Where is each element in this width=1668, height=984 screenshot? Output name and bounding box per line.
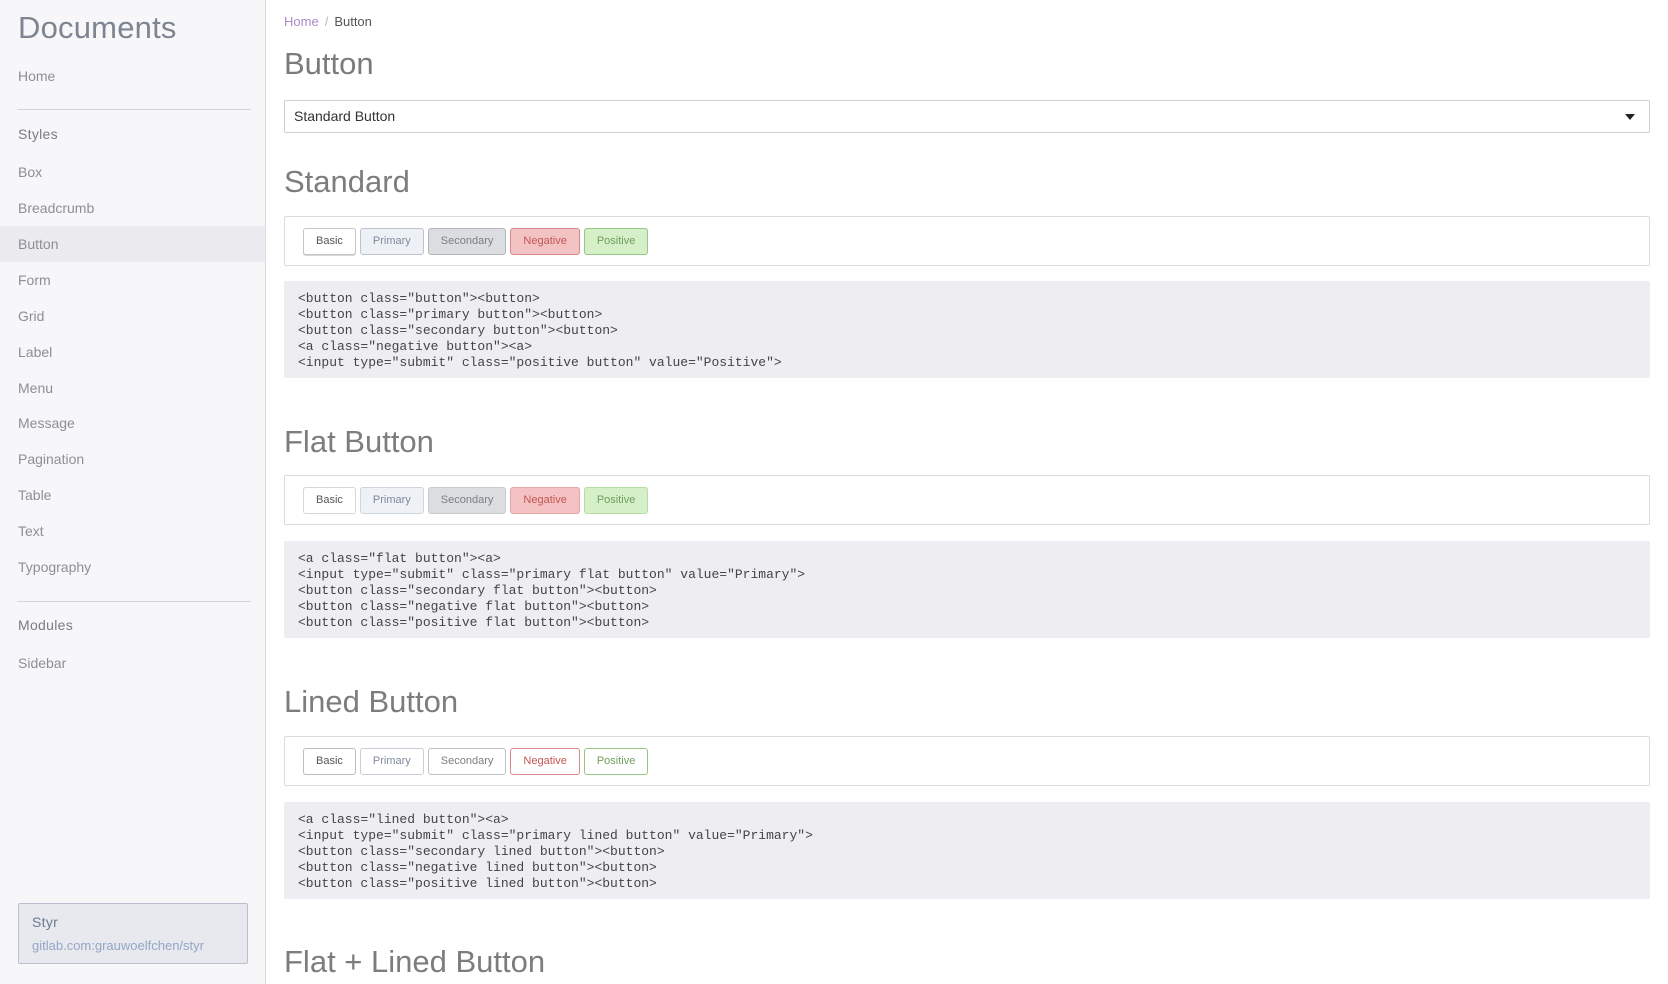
section-title-lined: Lined Button [284,684,459,719]
sidebar: Documents Home Styles Box Breadcrumb But… [0,0,266,984]
code-line: <input type="submit" class="primary line… [298,828,813,843]
demo-box-lined: Basic Primary Secondary Negative Positiv… [284,736,1650,786]
lined-secondary-button[interactable]: Secondary [427,748,507,775]
code-line: <button class="secondary lined button"><… [298,844,665,859]
sidebar-item-menu[interactable]: Menu [0,370,265,406]
sidebar-item-message[interactable]: Message [0,405,265,441]
lined-positive-button[interactable]: Positive [583,748,649,775]
code-line: <a class="lined button"><a> [298,812,509,827]
section-title-standard: Standard [284,164,410,199]
code-line: <button class="secondary button"><button… [298,323,618,338]
repo-link[interactable]: gitlab.com:grauwoelfchen/styr [32,938,234,953]
negative-button[interactable]: Negative [510,228,580,255]
lined-primary-button[interactable]: Primary [359,748,424,775]
sidebar-item-sidebar[interactable]: Sidebar [0,645,265,681]
sidebar-item-grid[interactable]: Grid [0,298,265,334]
breadcrumb: Home / Button [284,14,372,29]
flat-positive-button[interactable]: Positive [583,487,649,514]
sidebar-item-pagination[interactable]: Pagination [0,441,265,477]
sidebar-item-breadcrumb[interactable]: Breadcrumb [0,190,265,226]
code-line: <button class="button"><button> [298,291,540,306]
code-line: <a class="flat button"><a> [298,551,501,566]
code-line: <button class="positive lined button"><b… [298,876,657,891]
code-line: <a class="negative button"><a> [298,339,533,354]
breadcrumb-separator: / [324,14,329,29]
code-block-flat: <a class="flat button"><a> <input type="s… [284,541,1650,638]
sidebar-heading-modules: Modules [18,617,74,633]
basic-button[interactable]: Basic [303,228,356,255]
sidebar-item-button[interactable]: Button [0,226,265,262]
sidebar-item-typography[interactable]: Typography [0,549,265,585]
code-line: <button class="negative lined button"><b… [298,860,657,875]
code-block-standard: <button class="button"><button> <button c… [284,281,1650,378]
code-block-lined: <a class="lined button"><a> <input type="… [284,802,1650,899]
sidebar-divider [17,109,251,110]
button-type-select[interactable]: Standard Button [284,100,1650,133]
lined-basic-button[interactable]: Basic [303,748,356,775]
section-title-flat-lined: Flat + Lined Button [284,944,546,979]
demo-box-flat: Basic Primary Secondary Negative Positiv… [284,475,1650,525]
section-title-flat: Flat Button [284,424,434,459]
page-title: Button [284,46,374,81]
code-line: <button class="primary button"><button> [298,307,603,322]
code-line: <input type="submit" class="primary flat… [298,567,806,582]
sidebar-divider [17,601,251,602]
flat-basic-button[interactable]: Basic [303,487,356,514]
sidebar-item-form[interactable]: Form [0,262,265,298]
sidebar-item-table[interactable]: Table [0,477,265,513]
positive-button[interactable]: Positive [583,228,649,255]
select-value: Standard Button [294,108,396,124]
breadcrumb-current: Button [334,14,372,29]
code-line: <button class="secondary flat button"><b… [298,583,657,598]
secondary-button[interactable]: Secondary [427,228,507,255]
primary-button[interactable]: Primary [359,228,424,255]
sidebar-item-home[interactable]: Home [0,58,265,94]
breadcrumb-home[interactable]: Home [284,14,319,29]
flat-secondary-button[interactable]: Secondary [427,487,507,514]
demo-box-standard: Basic Primary Secondary Negative Positiv… [284,216,1650,266]
sidebar-item-text[interactable]: Text [0,513,265,549]
chevron-down-icon [1625,114,1635,120]
sidebar-item-box[interactable]: Box [0,154,265,190]
sidebar-heading-styles: Styles [18,126,58,142]
repo-title: Styr [32,914,59,930]
flat-negative-button[interactable]: Negative [510,487,580,514]
code-line: <button class="positive flat button"><bu… [298,615,650,630]
code-line: <button class="negative flat button"><bu… [298,599,650,614]
flat-primary-button[interactable]: Primary [359,487,424,514]
lined-negative-button[interactable]: Negative [510,748,580,775]
code-line: <input type="submit" class="positive but… [298,355,782,370]
sidebar-brand: Documents [18,10,177,45]
sidebar-item-label[interactable]: Label [0,334,265,370]
repo-box: Styr gitlab.com:grauwoelfchen/styr [18,903,248,964]
